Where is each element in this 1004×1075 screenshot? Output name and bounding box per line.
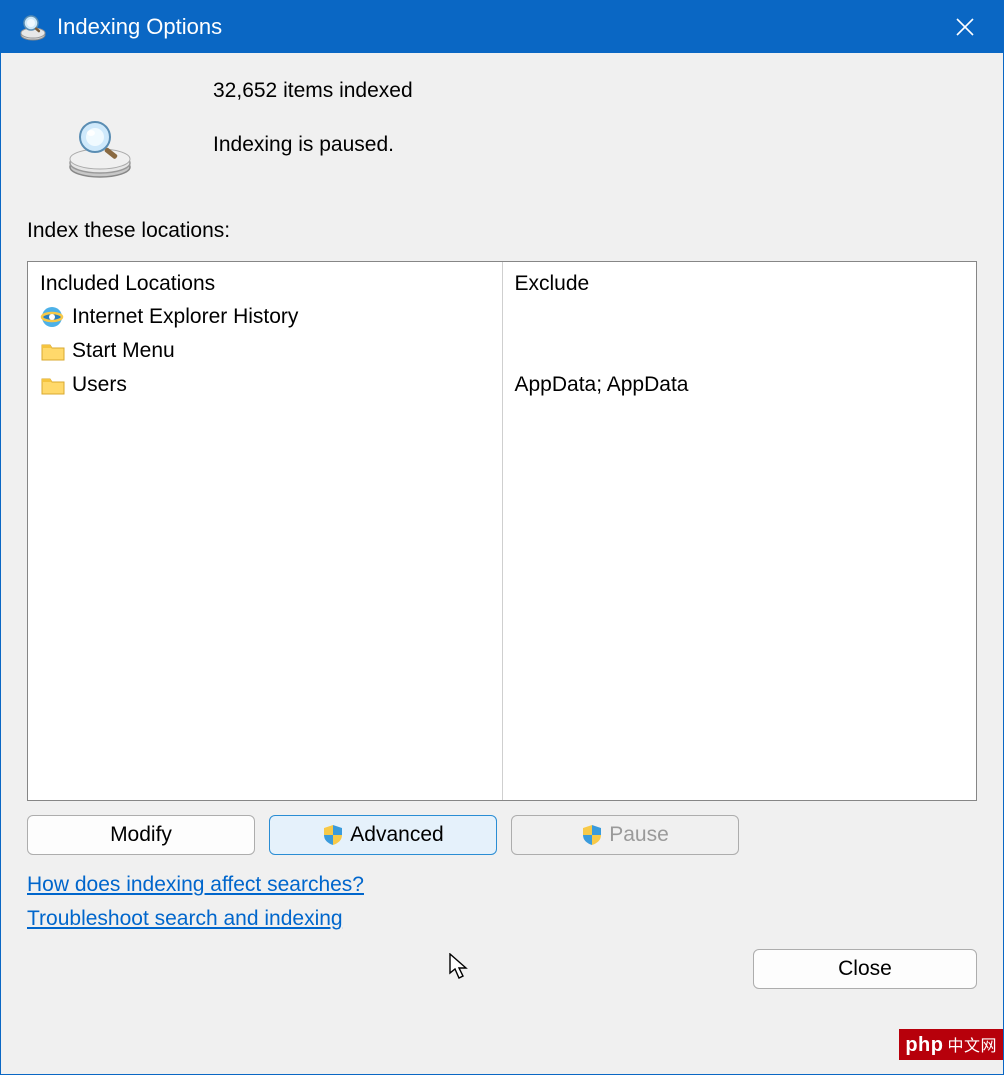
button-label: Close [838, 957, 892, 981]
watermark: php中文网 [899, 1029, 1003, 1060]
watermark-text: php [905, 1034, 943, 1056]
help-link[interactable]: How does indexing affect searches? [27, 873, 364, 897]
button-label: Advanced [350, 823, 443, 847]
indexed-count: 32,652 items indexed [213, 79, 413, 103]
close-button[interactable]: Close [753, 949, 977, 989]
included-column: Included Locations Internet Explorer His… [28, 262, 503, 800]
window-close-button[interactable] [943, 5, 987, 49]
advanced-button[interactable]: Advanced [269, 815, 497, 855]
modify-button[interactable]: Modify [27, 815, 255, 855]
dialog-body: 32,652 items indexed Indexing is paused.… [1, 53, 1003, 1074]
locations-listview[interactable]: Included Locations Internet Explorer His… [27, 261, 977, 801]
indexing-status-icon [67, 119, 133, 179]
watermark-cn: 中文网 [947, 1038, 997, 1055]
location-name: Users [72, 373, 127, 397]
exclude-column: Exclude AppData; AppData [503, 262, 977, 800]
included-header: Included Locations [40, 272, 490, 296]
folder-icon [40, 339, 66, 363]
folder-icon [40, 373, 66, 397]
exclude-value [515, 300, 965, 334]
list-item[interactable]: Users [40, 368, 490, 402]
exclude-value [515, 334, 965, 368]
location-name: Internet Explorer History [72, 305, 298, 329]
location-name: Start Menu [72, 339, 175, 363]
list-item[interactable]: Start Menu [40, 334, 490, 368]
button-label: Modify [110, 823, 172, 847]
status-section: 32,652 items indexed Indexing is paused. [27, 79, 977, 179]
ie-icon [40, 305, 66, 329]
indexing-options-window: Indexing Options 32,6 [0, 0, 1004, 1075]
exclude-header: Exclude [515, 272, 965, 296]
status-texts: 32,652 items indexed Indexing is paused. [213, 79, 413, 157]
close-icon [955, 17, 975, 37]
shield-icon [322, 824, 344, 846]
shield-icon [581, 824, 603, 846]
pause-button: Pause [511, 815, 739, 855]
window-title: Indexing Options [57, 14, 943, 40]
button-label: Pause [609, 823, 669, 847]
dialog-footer: Close [27, 949, 977, 989]
troubleshoot-link[interactable]: Troubleshoot search and indexing [27, 907, 343, 931]
list-item[interactable]: Internet Explorer History [40, 300, 490, 334]
indexing-title-icon [19, 13, 47, 41]
locations-label: Index these locations: [27, 219, 977, 243]
action-buttons: Modify Advanced [27, 815, 977, 855]
exclude-value: AppData; AppData [515, 368, 965, 402]
indexing-state: Indexing is paused. [213, 133, 413, 157]
titlebar: Indexing Options [1, 1, 1003, 53]
